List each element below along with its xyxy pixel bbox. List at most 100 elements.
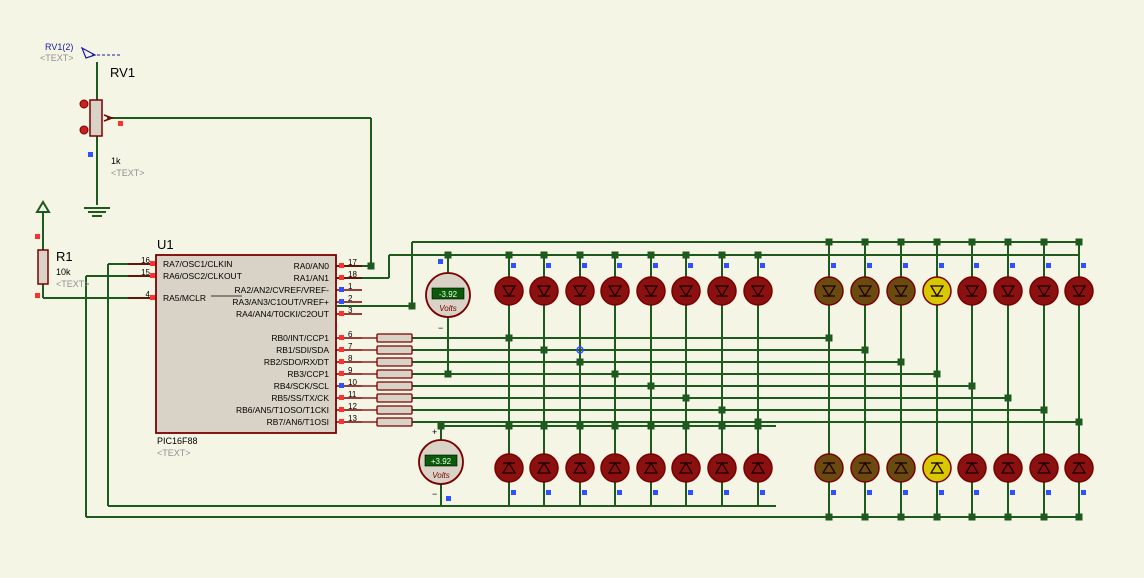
led-off-icon[interactable] [529, 453, 559, 483]
led-off-icon[interactable] [957, 276, 987, 306]
u1-pin-label: RA5/MCLR [163, 293, 206, 303]
u1-part-text: <TEXT> [157, 448, 191, 458]
junction-dot [825, 334, 833, 342]
u1-pin-number: 13 [348, 414, 357, 423]
junction-dot [861, 513, 869, 521]
led-body [707, 453, 737, 483]
junction-dot [444, 370, 452, 378]
rv1-pin-down-icon[interactable] [79, 125, 89, 135]
junction-dot [682, 394, 690, 402]
led-off-icon[interactable] [743, 453, 773, 483]
u1-pin-label: RA2/AN2/CVREF/VREF- [235, 285, 330, 295]
led-off-icon[interactable] [957, 453, 987, 483]
led-off-icon[interactable] [671, 276, 701, 306]
pin-marker [339, 347, 344, 352]
led-body [671, 453, 701, 483]
u1-pin-number: 16 [141, 256, 150, 265]
pin-marker [511, 263, 516, 268]
rv1-value-text: <TEXT> [111, 168, 145, 178]
u1-pin-number: 2 [348, 294, 353, 303]
pin-marker [724, 263, 729, 268]
led-on-icon[interactable] [922, 453, 952, 483]
pin-marker [831, 490, 836, 495]
u1-pin-label: RB0/INT/CCP1 [271, 333, 329, 343]
led-off-icon[interactable] [636, 453, 666, 483]
led-body [636, 453, 666, 483]
u1-pin-label: RA1/AN1 [294, 273, 330, 283]
junction-dot [754, 251, 762, 259]
pin-marker [974, 490, 979, 495]
led-dim-icon[interactable] [814, 276, 844, 306]
led-off-icon[interactable] [743, 276, 773, 306]
rv1-body [89, 99, 103, 137]
led-body [494, 453, 524, 483]
led-body [993, 276, 1023, 306]
led-off-icon[interactable] [1029, 276, 1059, 306]
led-off-icon[interactable] [993, 276, 1023, 306]
led-dim-icon[interactable] [850, 276, 880, 306]
voltage-probe-icon [80, 46, 97, 59]
buffer-block [376, 357, 413, 367]
led-off-icon[interactable] [494, 276, 524, 306]
led-off-icon[interactable] [529, 276, 559, 306]
u1-name: U1 [157, 237, 174, 252]
led-body [600, 276, 630, 306]
led-dim-icon[interactable] [886, 276, 916, 306]
u1-pin-label: RA3/AN3/C1OUT/VREF+ [232, 297, 329, 307]
led-off-icon[interactable] [600, 276, 630, 306]
led-off-icon[interactable] [494, 453, 524, 483]
led-off-icon[interactable] [707, 453, 737, 483]
led-dim-icon[interactable] [886, 453, 916, 483]
u1-pin-number: 6 [348, 330, 353, 339]
r1-text: <TEXT> [56, 279, 90, 289]
junction-dot [825, 238, 833, 246]
pin-marker [1046, 263, 1051, 268]
led-off-icon[interactable] [565, 453, 595, 483]
led-off-icon[interactable] [1029, 453, 1059, 483]
u1-pin-label: RA7/OSC1/CLKIN [163, 259, 232, 269]
led-off-icon[interactable] [600, 453, 630, 483]
rv1-pin-up-icon[interactable] [79, 99, 89, 109]
junction-dot [647, 251, 655, 259]
junction-dot [505, 251, 513, 259]
led-body [922, 276, 952, 306]
schematic-canvas[interactable]: RV1(2) <TEXT> RV1 1k <TEXT> R1 10k <TEXT… [0, 0, 1144, 578]
buffer-block [376, 405, 413, 415]
pin-marker [688, 490, 693, 495]
pin-marker [831, 263, 836, 268]
led-off-icon[interactable] [636, 276, 666, 306]
led-dim-icon[interactable] [850, 453, 880, 483]
junction-dot [1004, 513, 1012, 521]
rv1-probe-text: <TEXT> [40, 53, 74, 63]
led-off-icon[interactable] [671, 453, 701, 483]
pin-marker [582, 490, 587, 495]
pin-marker [903, 263, 908, 268]
voltmeter-top-unit: Volts [439, 304, 457, 313]
pin-marker [339, 299, 344, 304]
u1-pin-number: 17 [348, 258, 357, 267]
led-dim-icon[interactable] [814, 453, 844, 483]
led-body [671, 276, 701, 306]
junction-dot [444, 251, 452, 259]
led-off-icon[interactable] [565, 276, 595, 306]
led-on-icon[interactable] [922, 276, 952, 306]
led-off-icon[interactable] [707, 276, 737, 306]
led-body [565, 453, 595, 483]
pin-marker [1010, 263, 1015, 268]
pin-marker [339, 383, 344, 388]
junction-dot [611, 370, 619, 378]
junction-dot [897, 358, 905, 366]
rv1-potentiometer[interactable]: RV1(2) <TEXT> RV1 1k <TEXT> [40, 42, 145, 217]
u1-microcontroller[interactable]: U1 16 RA7/OSC1/CLKIN15 RA6/OSC2/CLKOUT4 RA5… [128, 237, 362, 458]
led-off-icon[interactable] [1064, 276, 1094, 306]
junction-dot [682, 422, 690, 430]
led-off-icon[interactable] [1064, 453, 1094, 483]
u1-pin-number: 11 [348, 390, 357, 399]
u1-pin-number: 3 [348, 306, 353, 315]
junction-dot [437, 422, 445, 430]
pin-marker [1081, 490, 1086, 495]
pin-marker [339, 263, 344, 268]
junction-dot [647, 382, 655, 390]
led-off-icon[interactable] [993, 453, 1023, 483]
pin-marker [1046, 490, 1051, 495]
